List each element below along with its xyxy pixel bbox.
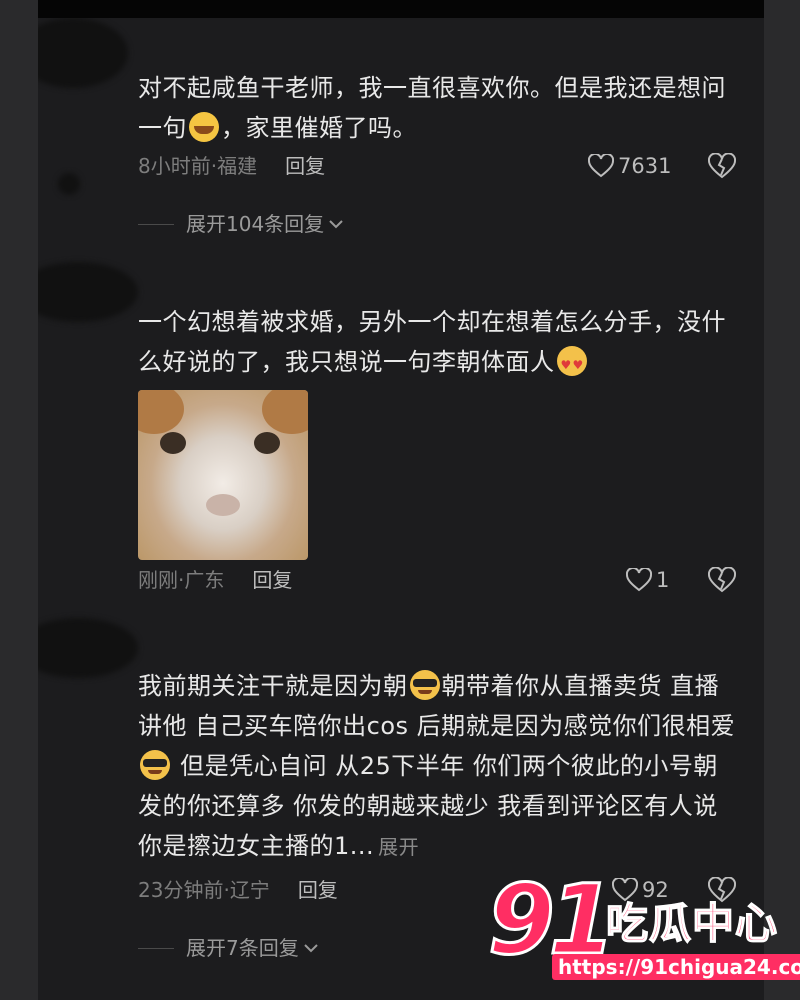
dislike-icon[interactable] xyxy=(708,567,736,593)
cat-eye xyxy=(254,432,280,454)
cat-ear xyxy=(138,390,184,434)
watermark-url: https://91chigua24.com xyxy=(552,954,800,980)
comment-text: 对不起咸鱼干老师，我一直很喜欢你。但是我还是想问一句 ，家里催婚了吗。 xyxy=(138,68,738,148)
reply-button[interactable]: 回复 xyxy=(298,876,338,904)
cat-ear xyxy=(262,390,308,434)
comment-location: 辽宁 xyxy=(229,878,270,902)
comment-text-part: 一个幻想着被求婚，另外一个却在想着怎么分手，没什么好说的了，我只想说一句李朝体面… xyxy=(138,308,726,376)
comment-meta: 23分钟前 · 辽宁 回复 xyxy=(138,876,338,904)
avatar-decoration xyxy=(58,173,80,195)
avatar[interactable] xyxy=(38,262,138,322)
avatar[interactable] xyxy=(38,618,138,678)
reply-button[interactable]: 回复 xyxy=(252,566,292,594)
heart-icon xyxy=(626,568,652,592)
top-status-bar xyxy=(0,0,800,18)
cat-eye xyxy=(160,432,186,454)
expand-replies-label: 展开7条回复 xyxy=(186,936,299,960)
like-button[interactable]: 7631 xyxy=(588,152,671,180)
crying-face-icon xyxy=(189,112,219,142)
comment-meta: 刚刚 · 广东 回复 xyxy=(138,566,292,594)
heart-icon xyxy=(588,154,614,178)
comment-list: 对不起咸鱼干老师，我一直很喜欢你。但是我还是想问一句 ，家里催婚了吗。 8小时前 ·… xyxy=(38,18,764,1000)
like-count: 1 xyxy=(656,568,670,592)
comment-text: 一个幻想着被求婚，另外一个却在想着怎么分手，没什么好说的了，我只想说一句李朝体面… xyxy=(138,302,738,385)
avatar[interactable] xyxy=(38,18,128,88)
expand-text-button[interactable]: 展开 xyxy=(378,835,419,859)
expand-replies[interactable]: 展开7条回复 xyxy=(138,934,319,962)
left-margin xyxy=(0,0,38,1000)
comment-time: 23分钟前 xyxy=(138,878,224,902)
dislike-icon[interactable] xyxy=(708,153,736,179)
like-count: 7631 xyxy=(618,154,672,178)
chevron-down-icon xyxy=(329,220,343,229)
comment-text-part: ，家里催婚了吗。 xyxy=(221,114,417,142)
comment-location: 福建 xyxy=(217,154,258,178)
comment-time: 刚刚 xyxy=(138,568,178,592)
cat-nose xyxy=(206,494,240,516)
cool-crying-icon xyxy=(409,670,440,700)
expand-replies-label: 展开104条回复 xyxy=(186,212,325,236)
right-margin xyxy=(764,0,800,1000)
like-button[interactable]: 1 xyxy=(626,566,669,594)
divider xyxy=(138,223,174,225)
comment-text: 我前期关注干就是因为朝 朝带着你从直播卖货 直播讲他 自己买车陪你出cos 后期就… xyxy=(138,666,738,867)
divider xyxy=(138,947,174,949)
comment-text-part: 我前期关注干就是因为朝 xyxy=(138,672,408,700)
comment-text-part: 但是凭心自问 从25下半年 你们两个彼此的小号朝发的你还算多 你发的朝越来越少 … xyxy=(138,752,718,860)
expand-replies[interactable]: 展开104条回复 xyxy=(138,210,344,238)
watermark-brand: 吃瓜中心 xyxy=(605,899,779,949)
comment-image[interactable] xyxy=(138,390,308,560)
comment-time: 8小时前 xyxy=(138,154,211,178)
cool-crying-icon xyxy=(140,750,170,780)
watermark-logo: 91 吃瓜中心 https://91chigua24.com xyxy=(487,869,800,990)
comment-meta: 8小时前 · 福建 回复 xyxy=(138,152,325,180)
reply-button[interactable]: 回复 xyxy=(285,152,325,180)
comment-location: 广东 xyxy=(184,568,225,592)
chevron-down-icon xyxy=(304,944,318,953)
heart-eyes-tongue-icon xyxy=(556,345,587,385)
